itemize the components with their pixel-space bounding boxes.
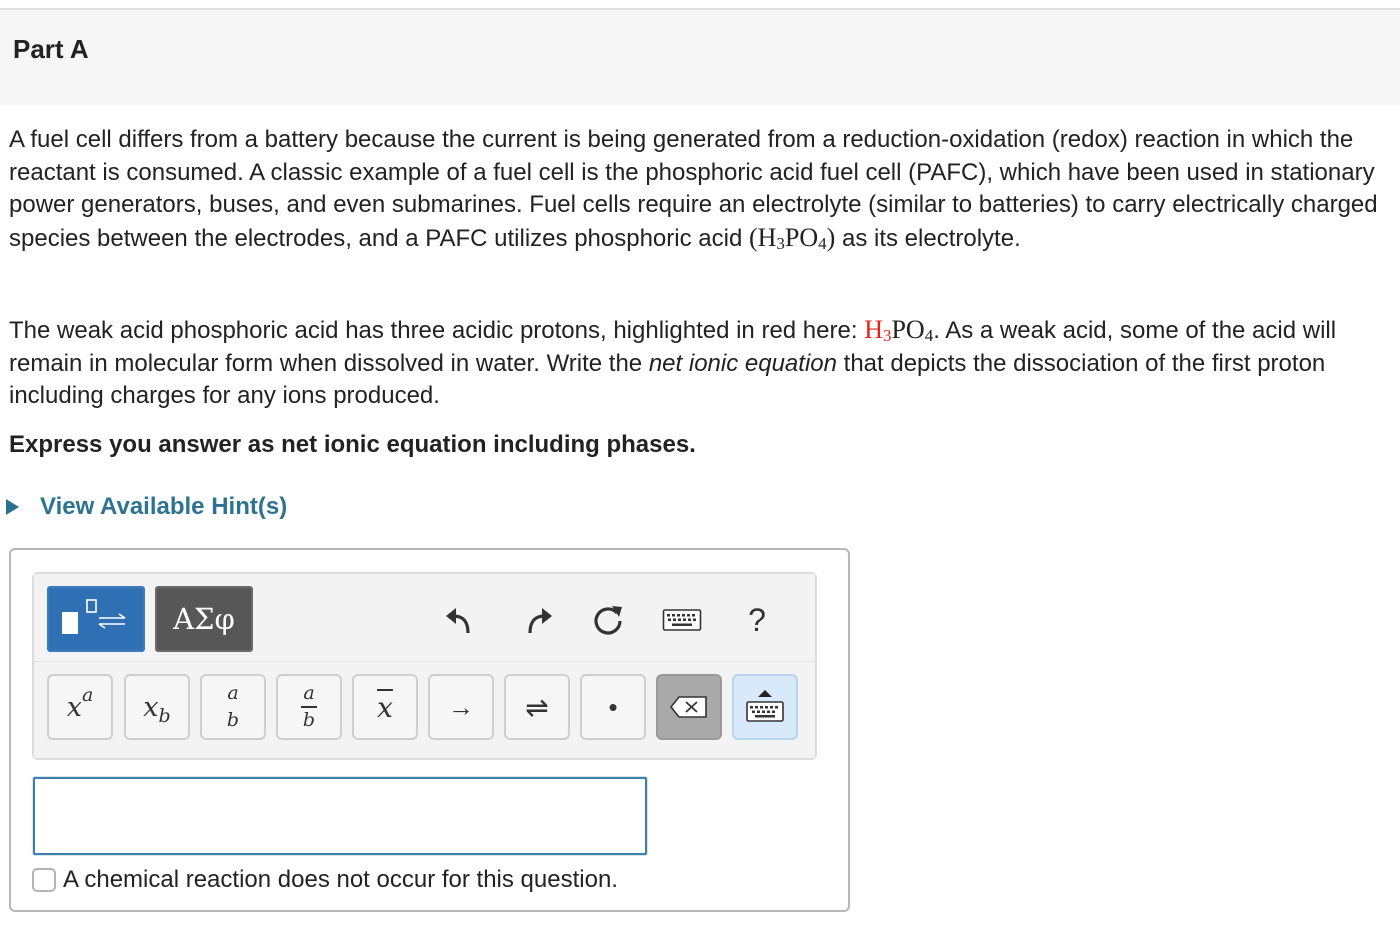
redo-icon (528, 608, 552, 634)
superscript-base: x (66, 691, 82, 723)
subscript-key[interactable]: xb (124, 674, 190, 740)
keyboard-toggle-icon (746, 690, 784, 722)
keyboard-shortcuts-button[interactable] (662, 600, 702, 640)
equation-toolbar: ΑΣφ ? x a x b a b a b x → ⇌ • (32, 572, 817, 760)
no-reaction-checkbox[interactable] (32, 868, 56, 892)
fraction-bottom: b (302, 708, 316, 731)
fraction-key[interactable]: a b (276, 674, 342, 740)
p2-text-a: The weak acid phosphoric acid has three … (9, 317, 865, 344)
symbols-mode-button[interactable]: ΑΣφ (155, 586, 253, 652)
overline-base: x (377, 690, 393, 724)
p2-formula-sub4: 4 (924, 326, 934, 345)
p1-formula-sub3: 3 (776, 233, 785, 253)
p1-text-a: A fuel cell differs from a battery becau… (9, 126, 1378, 252)
subscript-sub: b (158, 705, 171, 727)
undo-icon (446, 608, 470, 634)
p1-formula-open: (H (748, 222, 777, 252)
stack-key[interactable]: a b (200, 674, 266, 740)
p2-formula: H3PO4 (864, 315, 933, 344)
p1-formula-po: PO (784, 222, 819, 252)
templates-icon (62, 599, 126, 634)
stack-glyph: a b (227, 682, 239, 732)
p2-formula-h: H (864, 315, 883, 344)
keyboard-shortcuts-icon (662, 609, 702, 631)
redo-button[interactable] (518, 600, 558, 640)
part-header: Part A (0, 10, 1400, 105)
no-reaction-label[interactable]: A chemical reaction does not occur for t… (63, 866, 618, 894)
question-paragraph-2: The weak acid phosphoric acid has three … (9, 314, 1399, 413)
stack-top: a (227, 682, 239, 704)
subscript-base: x (143, 691, 159, 723)
undo-button[interactable] (440, 600, 480, 640)
reset-icon (594, 606, 622, 635)
backspace-icon (669, 696, 707, 718)
help-icon[interactable]: ? (737, 600, 777, 640)
p2-italic-term: net ionic equation (648, 349, 837, 377)
equation-input[interactable] (33, 777, 647, 855)
p2-formula-po: PO (891, 315, 925, 344)
view-hints-link[interactable]: View Available Hint(s) (40, 493, 287, 521)
no-reaction-option[interactable]: A chemical reaction does not occur for t… (32, 866, 618, 894)
reaction-arrow-key[interactable]: → (428, 674, 494, 740)
question-paragraph-1: A fuel cell differs from a battery becau… (9, 124, 1399, 255)
stack-bottom: b (226, 709, 240, 731)
dot-key[interactable]: • (580, 674, 646, 740)
overline-key[interactable]: x (352, 674, 418, 740)
answer-instruction: Express you answer as net ionic equation… (9, 431, 696, 458)
templates-mode-button[interactable] (47, 586, 145, 652)
p1-formula-sub4: 4 (818, 233, 827, 253)
toolbar-top-row: ΑΣφ ? (34, 574, 815, 662)
equilibrium-arrow-key[interactable]: ⇌ (504, 674, 570, 740)
reset-button[interactable] (588, 600, 628, 640)
view-hints-toggle[interactable]: View Available Hint(s) (6, 490, 287, 524)
superscript-exp: a (81, 684, 94, 706)
superscript-key[interactable]: xa (47, 674, 113, 740)
fraction-glyph: a b (301, 682, 317, 732)
keyboard-toggle-key[interactable] (732, 674, 798, 740)
disclosure-triangle-icon (6, 499, 19, 515)
p1-text-b: as its electrolyte. (835, 224, 1021, 252)
backspace-key[interactable] (656, 674, 722, 740)
fraction-top: a (303, 682, 315, 705)
part-title: Part A (13, 34, 89, 64)
p1-formula: (H3PO4) (749, 223, 835, 252)
fraction-bar (301, 706, 317, 708)
